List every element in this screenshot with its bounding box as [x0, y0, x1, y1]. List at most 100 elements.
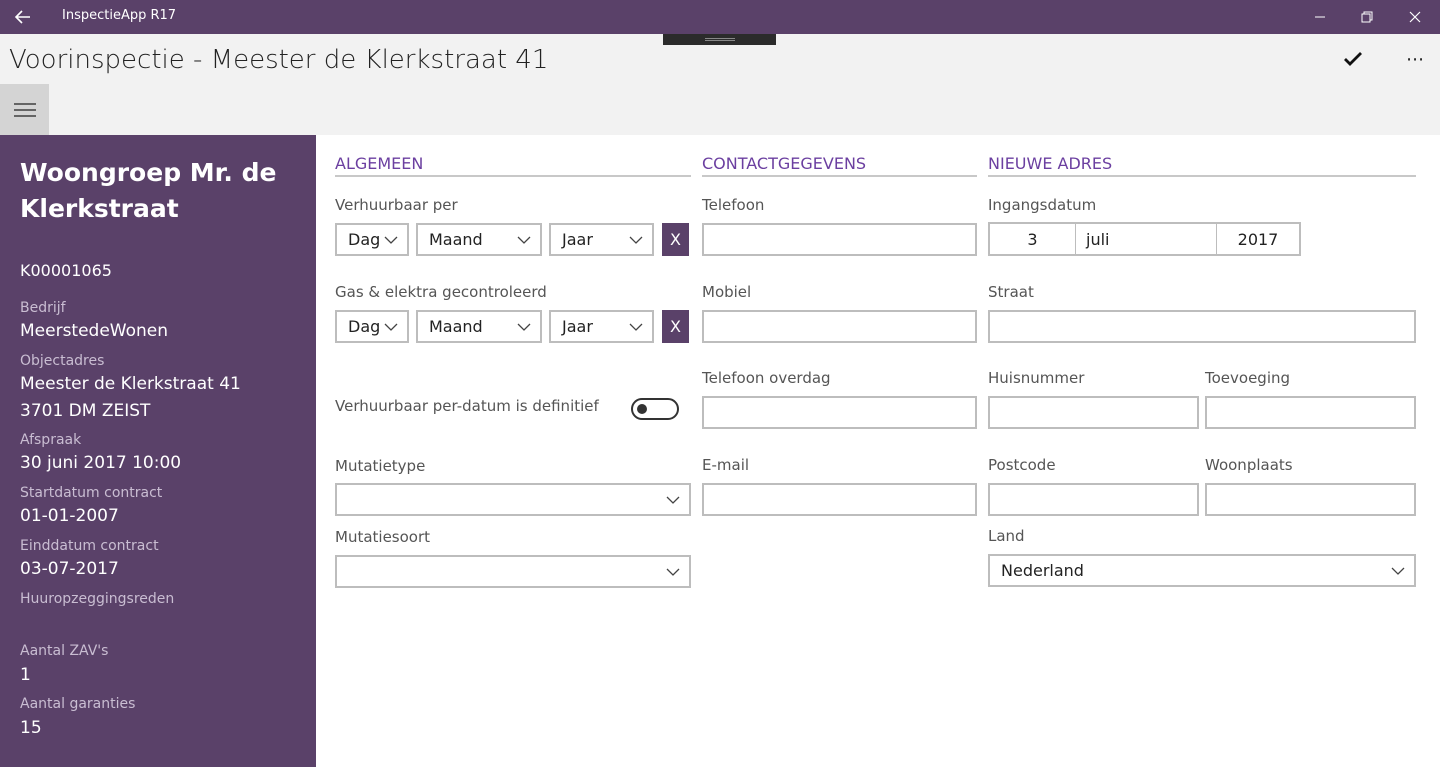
address-value: Meester de Klerkstraat 41	[20, 374, 241, 394]
group-name: Woongroep Mr. de Klerkstraat	[20, 158, 277, 223]
postcode-input[interactable]	[988, 483, 1199, 516]
chevron-down-icon	[384, 236, 398, 244]
zav-count-value: 1	[20, 665, 31, 685]
gas-elektra-label: Gas & elektra gecontroleerd	[335, 283, 547, 301]
ingangsdatum-year[interactable]: 2017	[1217, 224, 1299, 254]
verhuurbaar-month-select[interactable]: Maand	[416, 223, 542, 256]
telefoon-overdag-label: Telefoon overdag	[702, 369, 831, 387]
mutatiesoort-select[interactable]	[335, 555, 691, 588]
company-value: MeerstedeWonen	[20, 321, 169, 341]
gas-year-select[interactable]: Jaar	[549, 310, 654, 343]
restore-icon	[1361, 11, 1373, 23]
land-value: Nederland	[1001, 561, 1084, 580]
toevoeging-label: Toevoeging	[1205, 369, 1291, 387]
mutatietype-label: Mutatietype	[335, 457, 426, 475]
termination-reason-label: Huuropzeggingsreden	[20, 591, 175, 607]
minimize-icon	[1315, 16, 1325, 18]
chevron-down-icon	[629, 236, 643, 244]
minimize-button[interactable]	[1297, 0, 1343, 34]
chevron-down-icon	[666, 568, 680, 576]
verhuurbaar-day-select[interactable]: Dag	[335, 223, 409, 256]
back-icon	[14, 10, 30, 24]
chevron-down-icon	[1391, 567, 1405, 575]
address-label: Objectadres	[20, 353, 105, 369]
more-icon: ⋯	[1406, 48, 1424, 70]
huisnummer-input[interactable]	[988, 396, 1199, 429]
chevron-down-icon	[517, 323, 531, 331]
month-placeholder: Maand	[429, 230, 483, 249]
drag-handle[interactable]	[663, 34, 776, 45]
toggle-knob	[637, 404, 647, 414]
page-title: Voorinspectie - Meester de Klerkstraat 4…	[9, 45, 549, 75]
land-select[interactable]: Nederland	[988, 554, 1416, 587]
woonplaats-label: Woonplaats	[1205, 456, 1293, 474]
company-label: Bedrijf	[20, 300, 66, 316]
close-icon	[1409, 11, 1421, 23]
telefoon-overdag-input[interactable]	[702, 396, 977, 429]
restore-button[interactable]	[1344, 0, 1390, 34]
ingangsdatum-day[interactable]: 3	[990, 224, 1075, 254]
day-placeholder: Dag	[348, 317, 381, 336]
woonplaats-input[interactable]	[1205, 483, 1416, 516]
gas-day-select[interactable]: Dag	[335, 310, 409, 343]
clear-gas-button[interactable]: X	[662, 310, 689, 343]
clear-verhuurbaar-button[interactable]: X	[662, 223, 689, 256]
straat-label: Straat	[988, 283, 1034, 301]
day-placeholder: Dag	[348, 230, 381, 249]
telefoon-input[interactable]	[702, 223, 977, 256]
definitief-toggle[interactable]	[631, 398, 679, 420]
more-button[interactable]: ⋯	[1398, 42, 1432, 76]
month-placeholder: Maand	[429, 317, 483, 336]
chevron-down-icon	[666, 496, 680, 504]
definitief-label: Verhuurbaar per-datum is definitief	[335, 397, 599, 415]
title-bar: InspectieApp R17	[0, 0, 1440, 34]
mobiel-label: Mobiel	[702, 283, 752, 301]
grip-icon	[705, 38, 735, 41]
back-button[interactable]	[12, 6, 34, 28]
divider	[1075, 224, 1076, 254]
gas-month-select[interactable]: Maand	[416, 310, 542, 343]
mobiel-input[interactable]	[702, 310, 977, 343]
contract-end-label: Einddatum contract	[20, 538, 159, 554]
object-info-panel: Woongroep Mr. de Klerkstraat K00001065 B…	[0, 135, 316, 767]
verhuurbaar-label: Verhuurbaar per	[335, 196, 458, 214]
hamburger-icon	[13, 102, 36, 117]
address-value-2: 3701 DM ZEIST	[20, 401, 151, 421]
email-input[interactable]	[702, 483, 977, 516]
contract-start-label: Startdatum contract	[20, 485, 163, 501]
mutatiesoort-label: Mutatiesoort	[335, 528, 431, 546]
close-button[interactable]	[1392, 0, 1438, 34]
appointment-label: Afspraak	[20, 432, 82, 448]
straat-input[interactable]	[988, 310, 1416, 343]
section-nieuw-adres-heading: NIEUWE ADRES	[988, 154, 1416, 177]
warranty-count-value: 15	[20, 718, 42, 738]
checkmark-icon	[1344, 52, 1362, 66]
chevron-down-icon	[517, 236, 531, 244]
chevron-down-icon	[629, 323, 643, 331]
object-code: K00001065	[20, 261, 112, 280]
email-label: E-mail	[702, 456, 750, 474]
ingangsdatum-datepicker[interactable]: 3 juli 2017	[988, 222, 1301, 256]
ingangsdatum-label: Ingangsdatum	[988, 196, 1097, 214]
section-algemeen-heading: ALGEMEEN	[335, 154, 691, 177]
save-button[interactable]	[1336, 42, 1370, 76]
section-contact-heading: CONTACTGEGEVENS	[702, 154, 977, 177]
zav-count-label: Aantal ZAV's	[20, 643, 109, 659]
verhuurbaar-year-select[interactable]: Jaar	[549, 223, 654, 256]
warranty-count-label: Aantal garanties	[20, 696, 136, 712]
chevron-down-icon	[384, 323, 398, 331]
contract-start-value: 01-01-2007	[20, 506, 119, 526]
year-placeholder: Jaar	[562, 317, 593, 336]
app-title: InspectieApp R17	[62, 8, 177, 23]
contract-end-value: 03-07-2017	[20, 559, 119, 579]
appointment-value: 30 juni 2017 10:00	[20, 453, 182, 473]
land-label: Land	[988, 527, 1025, 545]
telefoon-label: Telefoon	[702, 196, 765, 214]
menu-button[interactable]	[0, 84, 49, 135]
ingangsdatum-month[interactable]: juli	[1086, 224, 1216, 254]
postcode-label: Postcode	[988, 456, 1056, 474]
year-placeholder: Jaar	[562, 230, 593, 249]
mutatietype-select[interactable]	[335, 483, 691, 516]
toevoeging-input[interactable]	[1205, 396, 1416, 429]
huisnummer-label: Huisnummer	[988, 369, 1085, 387]
